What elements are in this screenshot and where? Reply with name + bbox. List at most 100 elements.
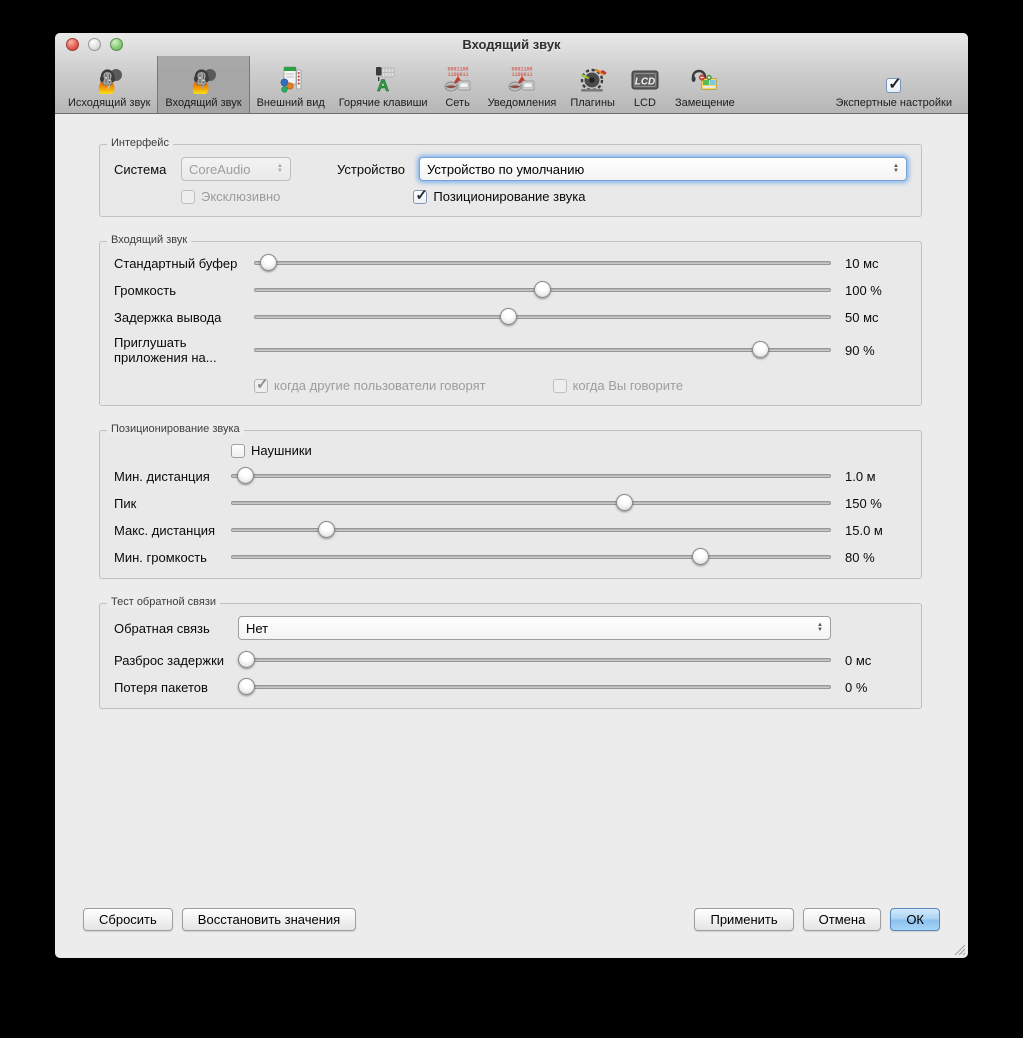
delay-variance-slider[interactable] (238, 651, 831, 669)
group-title: Позиционирование звука (107, 423, 244, 435)
slider-value: 10 мс (845, 256, 907, 271)
headphones-label: Наушники (251, 443, 312, 458)
slider-label: Мин. громкость (114, 550, 231, 565)
volume-slider[interactable] (254, 281, 831, 299)
svg-text:A: A (377, 76, 389, 95)
group-title: Интерфейс (107, 137, 173, 149)
feedback-label: Обратная связь (114, 621, 238, 636)
settings-content: Интерфейс Система CoreAudio ▲▼ Устройств… (55, 114, 968, 709)
slider-label: Разброс задержки (114, 653, 238, 668)
window-header: Входящий звук (55, 33, 968, 114)
attenuate-you-talk-checkbox[interactable]: когда Вы говорите (553, 378, 683, 393)
system-select[interactable]: CoreAudio ▲▼ (181, 157, 291, 181)
expert-settings-label: Экспертные настройки (835, 97, 952, 109)
min-volume-slider[interactable] (231, 548, 831, 566)
slider-label: Пик (114, 496, 231, 511)
preferences-window: Входящий звук (55, 33, 968, 958)
reset-button[interactable]: Сбросить (83, 908, 173, 931)
combo-arrows-icon: ▲▼ (809, 623, 823, 633)
toolbar-item-plugins[interactable]: Плагины (563, 56, 622, 113)
checkbox-box (553, 379, 567, 393)
restore-defaults-button[interactable]: Восстановить значения (182, 908, 356, 931)
slider-track[interactable] (231, 555, 831, 559)
expert-settings-toggle[interactable]: Экспертные настройки (825, 56, 962, 113)
resize-grip[interactable] (952, 942, 965, 955)
slider-track[interactable] (238, 658, 831, 662)
exclusive-label: Эксклюзивно (201, 189, 280, 204)
exclusive-checkbox[interactable]: Эксклюзивно (181, 189, 280, 204)
group-loopback-test: Тест обратной связи Обратная связь Нет ▲… (99, 585, 922, 709)
toolbar-item-audio-input[interactable]: Входящий звук (157, 56, 249, 113)
feedback-select[interactable]: Нет ▲▼ (238, 616, 831, 640)
bloom-slider[interactable] (231, 494, 831, 512)
dialog-buttons: Сбросить Восстановить значения Применить… (83, 908, 940, 931)
slider-knob[interactable] (752, 341, 769, 358)
shortcuts-icon: A (367, 64, 399, 96)
slider-track[interactable] (254, 348, 831, 352)
ok-button[interactable]: ОК (890, 908, 940, 931)
slider-track[interactable] (254, 315, 831, 319)
positional-audio-checkbox[interactable]: Позиционирование звука (413, 189, 585, 204)
device-select-value: Устройство по умолчанию (427, 162, 584, 177)
slider-knob[interactable] (238, 651, 255, 668)
toolbar-item-label: Замещение (675, 97, 735, 109)
slider-track[interactable] (238, 685, 831, 689)
slider-track[interactable] (231, 501, 831, 505)
cancel-button[interactable]: Отмена (803, 908, 882, 931)
group-incoming-audio: Входящий звук Стандартный буфер 10 мс Гр… (99, 223, 922, 406)
attenuate-you-talk-label: когда Вы говорите (573, 378, 683, 393)
close-button[interactable] (66, 38, 79, 51)
titlebar: Входящий звук (55, 33, 968, 56)
group-interface: Интерфейс Система CoreAudio ▲▼ Устройств… (99, 126, 922, 217)
toolbar-item-overlay[interactable]: Замещение (668, 56, 742, 113)
toolbar-item-appearance[interactable]: Внешний вид (250, 56, 332, 113)
expert-settings-checkbox[interactable] (886, 78, 901, 93)
audio-input-icon (187, 64, 219, 96)
toolbar-item-network[interactable]: 0001100 1100011 Сеть (435, 56, 481, 113)
checkbox-box (231, 444, 245, 458)
min-distance-slider[interactable] (231, 467, 831, 485)
slider-track[interactable] (231, 474, 831, 478)
toolbar-item-label: Горячие клавиши (339, 97, 428, 109)
combo-arrows-icon: ▲▼ (885, 164, 899, 174)
slider-knob[interactable] (616, 494, 633, 511)
group-title: Входящий звук (107, 234, 191, 246)
slider-label: Приглушать приложения на... (114, 335, 254, 365)
network-icon: 0001100 1100011 (442, 64, 474, 96)
slider-knob[interactable] (692, 548, 709, 565)
attenuate-others-talk-label: когда другие пользователи говорят (274, 378, 486, 393)
minimize-button[interactable] (88, 38, 101, 51)
slider-knob[interactable] (500, 308, 517, 325)
toolbar-item-label: Сеть (445, 97, 469, 109)
slider-label: Мин. дистанция (114, 469, 231, 484)
slider-label: Макс. дистанция (114, 523, 231, 538)
slider-knob[interactable] (318, 521, 335, 538)
slider-track[interactable] (254, 261, 831, 265)
toolbar-item-label: LCD (634, 97, 656, 109)
slider-knob[interactable] (534, 281, 551, 298)
slider-value: 50 мс (845, 310, 907, 325)
attenuate-apps-slider[interactable] (254, 341, 831, 359)
device-label: Устройство (337, 162, 419, 177)
toolbar-item-messages[interactable]: 0001100 1100011 Уведомления (481, 56, 564, 113)
output-delay-slider[interactable] (254, 308, 831, 326)
toolbar-item-audio-output[interactable]: Исходящий звук (61, 56, 157, 113)
toolbar-item-lcd[interactable]: LCD LCD (622, 56, 668, 113)
apply-button[interactable]: Применить (694, 908, 793, 931)
headphones-checkbox[interactable]: Наушники (231, 443, 312, 458)
packet-loss-slider[interactable] (238, 678, 831, 696)
zoom-button[interactable] (110, 38, 123, 51)
slider-value: 80 % (845, 550, 907, 565)
toolbar-item-label: Исходящий звук (68, 97, 150, 109)
checkbox-box (254, 379, 268, 393)
max-distance-slider[interactable] (231, 521, 831, 539)
slider-knob[interactable] (237, 467, 254, 484)
attenuate-others-talk-checkbox[interactable]: когда другие пользователи говорят (254, 378, 486, 393)
device-select[interactable]: Устройство по умолчанию ▲▼ (419, 157, 907, 181)
slider-knob[interactable] (238, 678, 255, 695)
appearance-icon (275, 64, 307, 96)
checkbox-box (413, 190, 427, 204)
toolbar-item-shortcuts[interactable]: A Горячие клавиши (332, 56, 435, 113)
default-jitter-buffer-slider[interactable] (254, 254, 831, 272)
slider-knob[interactable] (260, 254, 277, 271)
